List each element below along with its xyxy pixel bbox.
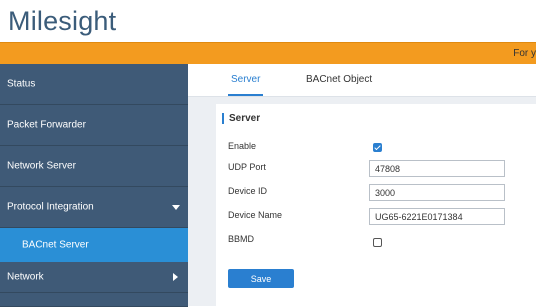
sidebar-item-network[interactable]: Network (0, 262, 188, 293)
tab-label: BACnet Object (306, 74, 373, 85)
tab-server[interactable]: Server (228, 64, 263, 96)
bbmd-checkbox[interactable] (373, 238, 382, 247)
save-button[interactable]: Save (228, 269, 294, 288)
sidebar-item-status[interactable]: Status (0, 64, 188, 105)
sidebar-item-label: Protocol Integration (7, 201, 94, 213)
sidebar-item-label: Packet Forwarder (7, 119, 86, 131)
device-name-label: Device Name (228, 210, 283, 220)
chevron-right-icon (173, 273, 178, 281)
sidebar-item-network-server[interactable]: Network Server (0, 146, 188, 187)
device-name-input[interactable] (369, 208, 505, 225)
tab-active-indicator (228, 94, 263, 96)
sidebar-item-label: Status (7, 78, 36, 90)
sidebar-item-label: Network (7, 271, 44, 283)
milesight-logo: Milesight (8, 5, 116, 37)
sidebar: Status Packet Forwarder Network Server P… (0, 64, 188, 307)
enable-checkbox[interactable] (373, 143, 382, 152)
sidebar-item-bacnet-server[interactable]: BACnet Server (0, 228, 188, 262)
chevron-down-icon (172, 205, 180, 210)
main-content: Server BACnet Object Server Enable UDP P… (188, 64, 536, 306)
notice-text: For y (513, 48, 536, 59)
sidebar-item-protocol-integration[interactable]: Protocol Integration (0, 187, 188, 228)
sidebar-item-label: Network Server (7, 160, 76, 172)
enable-label: Enable (228, 141, 257, 151)
section-title: Server (222, 113, 260, 124)
sidebar-item-next (0, 292, 188, 307)
tab-bacnet-object[interactable]: BACnet Object (306, 64, 376, 96)
udp-port-label: UDP Port (228, 162, 266, 172)
server-settings-panel: Server Enable UDP Port Device ID Device … (216, 104, 536, 306)
tab-bar: Server BACnet Object (188, 64, 536, 97)
sidebar-item-packet-forwarder[interactable]: Packet Forwarder (0, 105, 188, 146)
app-header: Milesight (0, 0, 536, 42)
device-id-input[interactable] (369, 184, 505, 201)
sidebar-item-label: BACnet Server (22, 239, 89, 251)
logo-text: Milesight (8, 5, 117, 36)
bbmd-label: BBMD (228, 234, 255, 244)
notice-bar: For y (0, 42, 536, 65)
udp-port-input[interactable] (369, 160, 505, 177)
tab-label: Server (231, 74, 261, 85)
device-id-label: Device ID (228, 186, 268, 196)
